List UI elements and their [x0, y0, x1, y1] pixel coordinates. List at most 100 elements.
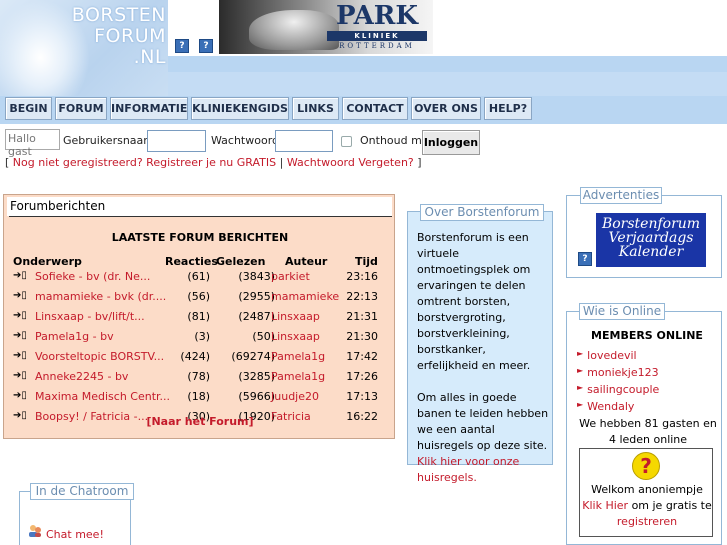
table-row: ➔▯ Pamela1g - bv (3) (50) Linsxaap 21:30 [13, 330, 388, 350]
forum-subtitle: LAATSTE FORUM BERICHTEN [111, 231, 289, 244]
remember-checkbox[interactable] [341, 136, 352, 147]
nav-links[interactable]: LINKS [292, 97, 339, 120]
question-icon: ? [632, 452, 660, 480]
table-row: ➔▯ Sofieke - bv (dr. Ne... (61) (3843) parki… [13, 270, 388, 290]
post-time: 17:26 [346, 370, 378, 383]
post-time: 22:13 [346, 290, 378, 303]
chat-link[interactable]: Chat mee! [46, 528, 104, 541]
reads-count: (2955) [238, 290, 275, 303]
reads-count: (2487) [238, 310, 275, 323]
table-row: ➔▯ Anneke2245 - bv (78) (3285) Pamela1g 17:26 [13, 370, 388, 390]
col-replies: Reacties [165, 255, 218, 268]
replies-count: (56) [187, 290, 210, 303]
help-icon[interactable]: ? [175, 39, 189, 53]
click-here-link[interactable]: Klik Hier [582, 499, 628, 512]
topic-link[interactable]: Anneke2245 - bv [35, 370, 128, 383]
divider [9, 216, 392, 217]
house-rules-link[interactable]: Klik hier voor onze huisregels. [417, 455, 519, 484]
reads-count: (3843) [238, 270, 275, 283]
replies-count: (81) [187, 310, 210, 323]
online-summary: We hebben 81 gasten en 4 leden online [579, 417, 717, 446]
banner-city: ROTTERDAM [339, 42, 415, 50]
post-time: 21:30 [346, 330, 378, 343]
password-input[interactable] [275, 130, 333, 152]
page: BORSTEN FORUM .NL ? ? PARK KLINIEK ROTTE… [0, 0, 727, 545]
register-link[interactable]: Nog niet geregistreerd? Registreer je nu… [13, 156, 276, 169]
author-link[interactable]: Linsxaap [271, 310, 320, 323]
reads-count: (3285) [238, 370, 275, 383]
author-link[interactable]: parkiet [271, 270, 310, 283]
username-input[interactable] [147, 130, 206, 152]
banner-sub: KLINIEK [327, 31, 427, 41]
bullet-icon: ► [577, 349, 584, 358]
nav-kliniekengids[interactable]: KLINIEKENGIDS [191, 97, 289, 120]
header-band-lower [168, 72, 727, 96]
help-icon[interactable]: ? [199, 39, 213, 53]
banner-line2: Verjaardags [608, 230, 694, 246]
replies-count: (78) [187, 370, 210, 383]
table-row: ➔▯ Maxima Medisch Centr... (18) (5966) Juudj… [13, 390, 388, 410]
post-time: 21:31 [346, 310, 378, 323]
birthday-calendar-banner[interactable]: Borstenforum Verjaardags Kalender [596, 213, 706, 267]
reads-count: (69274) [231, 350, 275, 363]
topic-link[interactable]: Maxima Medisch Centr... [35, 390, 170, 403]
topic-link[interactable]: Voorsteltopic BORSTV... [35, 350, 164, 363]
bracket-close: ] [417, 156, 422, 169]
help-icon[interactable]: ? [578, 252, 592, 266]
post-time: 23:16 [346, 270, 378, 283]
to-forum-link[interactable]: [Naar het Forum] [4, 415, 396, 428]
author-link[interactable]: Pamela1g [271, 350, 325, 363]
topic-link[interactable]: Pamela1g - bv [35, 330, 114, 343]
new-post-icon: ➔▯ [13, 350, 27, 361]
logo-text-line1: BORSTEN [71, 4, 166, 26]
welcome-box: ? Welkom anoniempje Klik Hier om je grat… [579, 448, 713, 537]
username-label: Gebruikersnaam [63, 134, 154, 147]
banner-line3: Kalender [618, 244, 684, 260]
author-link[interactable]: Juudje20 [271, 390, 319, 403]
greeting-field: Hallo gast [5, 129, 60, 158]
password-label: Wachtwoord [211, 134, 280, 147]
chat-legend: In de Chatroom [30, 483, 134, 500]
bullet-icon: ► [577, 400, 584, 409]
topic-link[interactable]: mamamieke - bvk (dr.... [35, 290, 166, 303]
nav-informatie[interactable]: INFORMATIE [110, 97, 188, 120]
new-post-icon: ➔▯ [13, 370, 27, 381]
member-link[interactable]: ► sailingcouple [577, 383, 659, 396]
topic-link[interactable]: Linsxaap - bv/lift/t... [35, 310, 145, 323]
table-row: ➔▯ mamamieke - bvk (dr.... (56) (2955) mamam… [13, 290, 388, 310]
forum-panel: Forumberichten LAATSTE FORUM BERICHTEN O… [3, 194, 395, 439]
chat-icon [29, 525, 41, 537]
member-link[interactable]: ► moniekje123 [577, 366, 659, 379]
reads-count: (5966) [238, 390, 275, 403]
bullet-icon: ► [577, 366, 584, 375]
post-time: 17:13 [346, 390, 378, 403]
author-link[interactable]: Pamela1g [271, 370, 325, 383]
forgot-password-link[interactable]: Wachtwoord Vergeten? [287, 156, 414, 169]
topic-link[interactable]: Sofieke - bv (dr. Ne... [35, 270, 150, 283]
site-logo[interactable]: BORSTEN FORUM .NL [0, 0, 168, 96]
login-button[interactable]: Inloggen [422, 130, 480, 155]
new-post-icon: ➔▯ [13, 390, 27, 401]
member-link[interactable]: ► Wendaly [577, 400, 634, 413]
replies-count: (424) [180, 350, 210, 363]
author-link[interactable]: mamamieke [271, 290, 339, 303]
member-link[interactable]: ► lovedevil [577, 349, 637, 362]
welcome-text: Welkom anoniempje Klik Hier om je gratis… [580, 482, 714, 530]
nav-contact[interactable]: CONTACT [342, 97, 408, 120]
welcome-text-1: Welkom anoniempje [591, 483, 703, 496]
park-kliniek-banner[interactable]: PARK KLINIEK ROTTERDAM [219, 0, 433, 54]
nav-begin[interactable]: BEGIN [5, 97, 52, 120]
ads-legend: Advertenties [580, 187, 662, 204]
replies-count: (61) [187, 270, 210, 283]
author-link[interactable]: Linsxaap [271, 330, 320, 343]
col-topic: Onderwerp [13, 255, 82, 268]
logo-text-line2: FORUM [94, 25, 166, 47]
about-text-1: Borstenforum is een virtuele ontmoetings… [417, 231, 531, 372]
register-link[interactable]: registreren [617, 515, 677, 528]
nav-over-ons[interactable]: OVER ONS [411, 97, 481, 120]
nav-forum[interactable]: FORUM [55, 97, 107, 120]
col-reads: Gelezen [216, 255, 266, 268]
col-author: Auteur [285, 255, 328, 268]
post-time: 17:42 [346, 350, 378, 363]
nav-help[interactable]: HELP? [484, 97, 532, 120]
